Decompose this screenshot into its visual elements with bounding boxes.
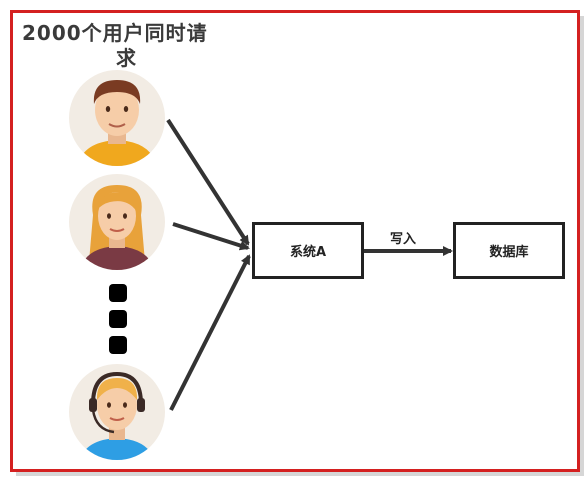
write-label: 写入: [390, 232, 417, 247]
arrow-user3-to-system: [169, 254, 251, 411]
ellipsis-dots-icon: [109, 284, 127, 354]
headset-user-icon: [69, 364, 165, 460]
male-user-icon: [69, 70, 165, 166]
female-user-icon: [69, 174, 165, 270]
database-label: 数据库: [489, 245, 529, 260]
system-a-node: 系统A: [252, 222, 364, 279]
system-a-label: 系统A: [289, 245, 327, 260]
database-node: 数据库: [453, 222, 565, 279]
